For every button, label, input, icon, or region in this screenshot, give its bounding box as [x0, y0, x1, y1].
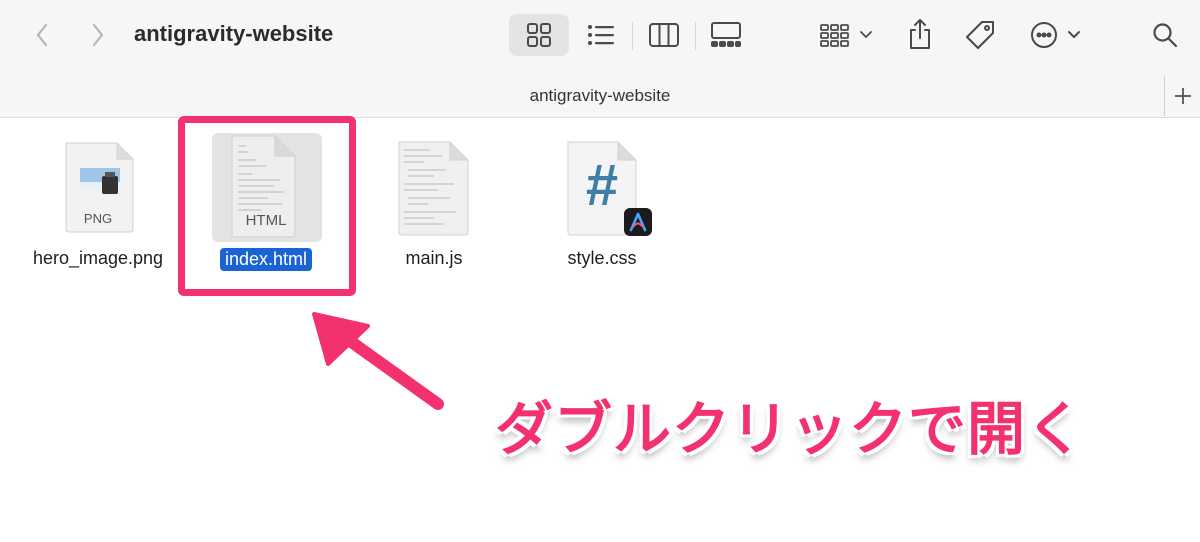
file-name: main.js [405, 248, 463, 268]
tag-icon[interactable] [963, 18, 997, 52]
share-icon[interactable] [905, 17, 935, 51]
more-icon[interactable] [1029, 20, 1085, 50]
js-file-icon [398, 141, 469, 236]
new-tab-button[interactable] [1164, 76, 1200, 116]
highlight-box [178, 116, 356, 296]
forward-icon[interactable] [86, 20, 110, 50]
plus-icon [1174, 88, 1191, 104]
back-icon[interactable] [30, 20, 54, 50]
toolbar-divider [695, 22, 696, 50]
group-icon[interactable] [819, 21, 875, 49]
arrow-icon [308, 308, 444, 410]
annotation-text: ダブルクリックで開く [495, 397, 1086, 462]
gallery-view-icon[interactable] [709, 21, 743, 49]
toolbar: antigravity-website [0, 0, 1200, 70]
search-icon[interactable] [1150, 20, 1180, 50]
file-badge: PNG [83, 211, 113, 226]
column-view-icon[interactable] [647, 21, 681, 49]
tab-bar: antigravity-website [0, 70, 1200, 118]
window-title: antigravity-website [134, 21, 334, 46]
file-name: style.css [567, 248, 637, 268]
antigravity-app-icon [624, 208, 652, 236]
icon-view-icon[interactable] [524, 21, 554, 49]
list-view-icon[interactable] [585, 21, 617, 49]
tab-title[interactable]: antigravity-website [0, 86, 1200, 106]
toolbar-divider [632, 22, 633, 50]
file-name: hero_image.png [32, 248, 164, 268]
